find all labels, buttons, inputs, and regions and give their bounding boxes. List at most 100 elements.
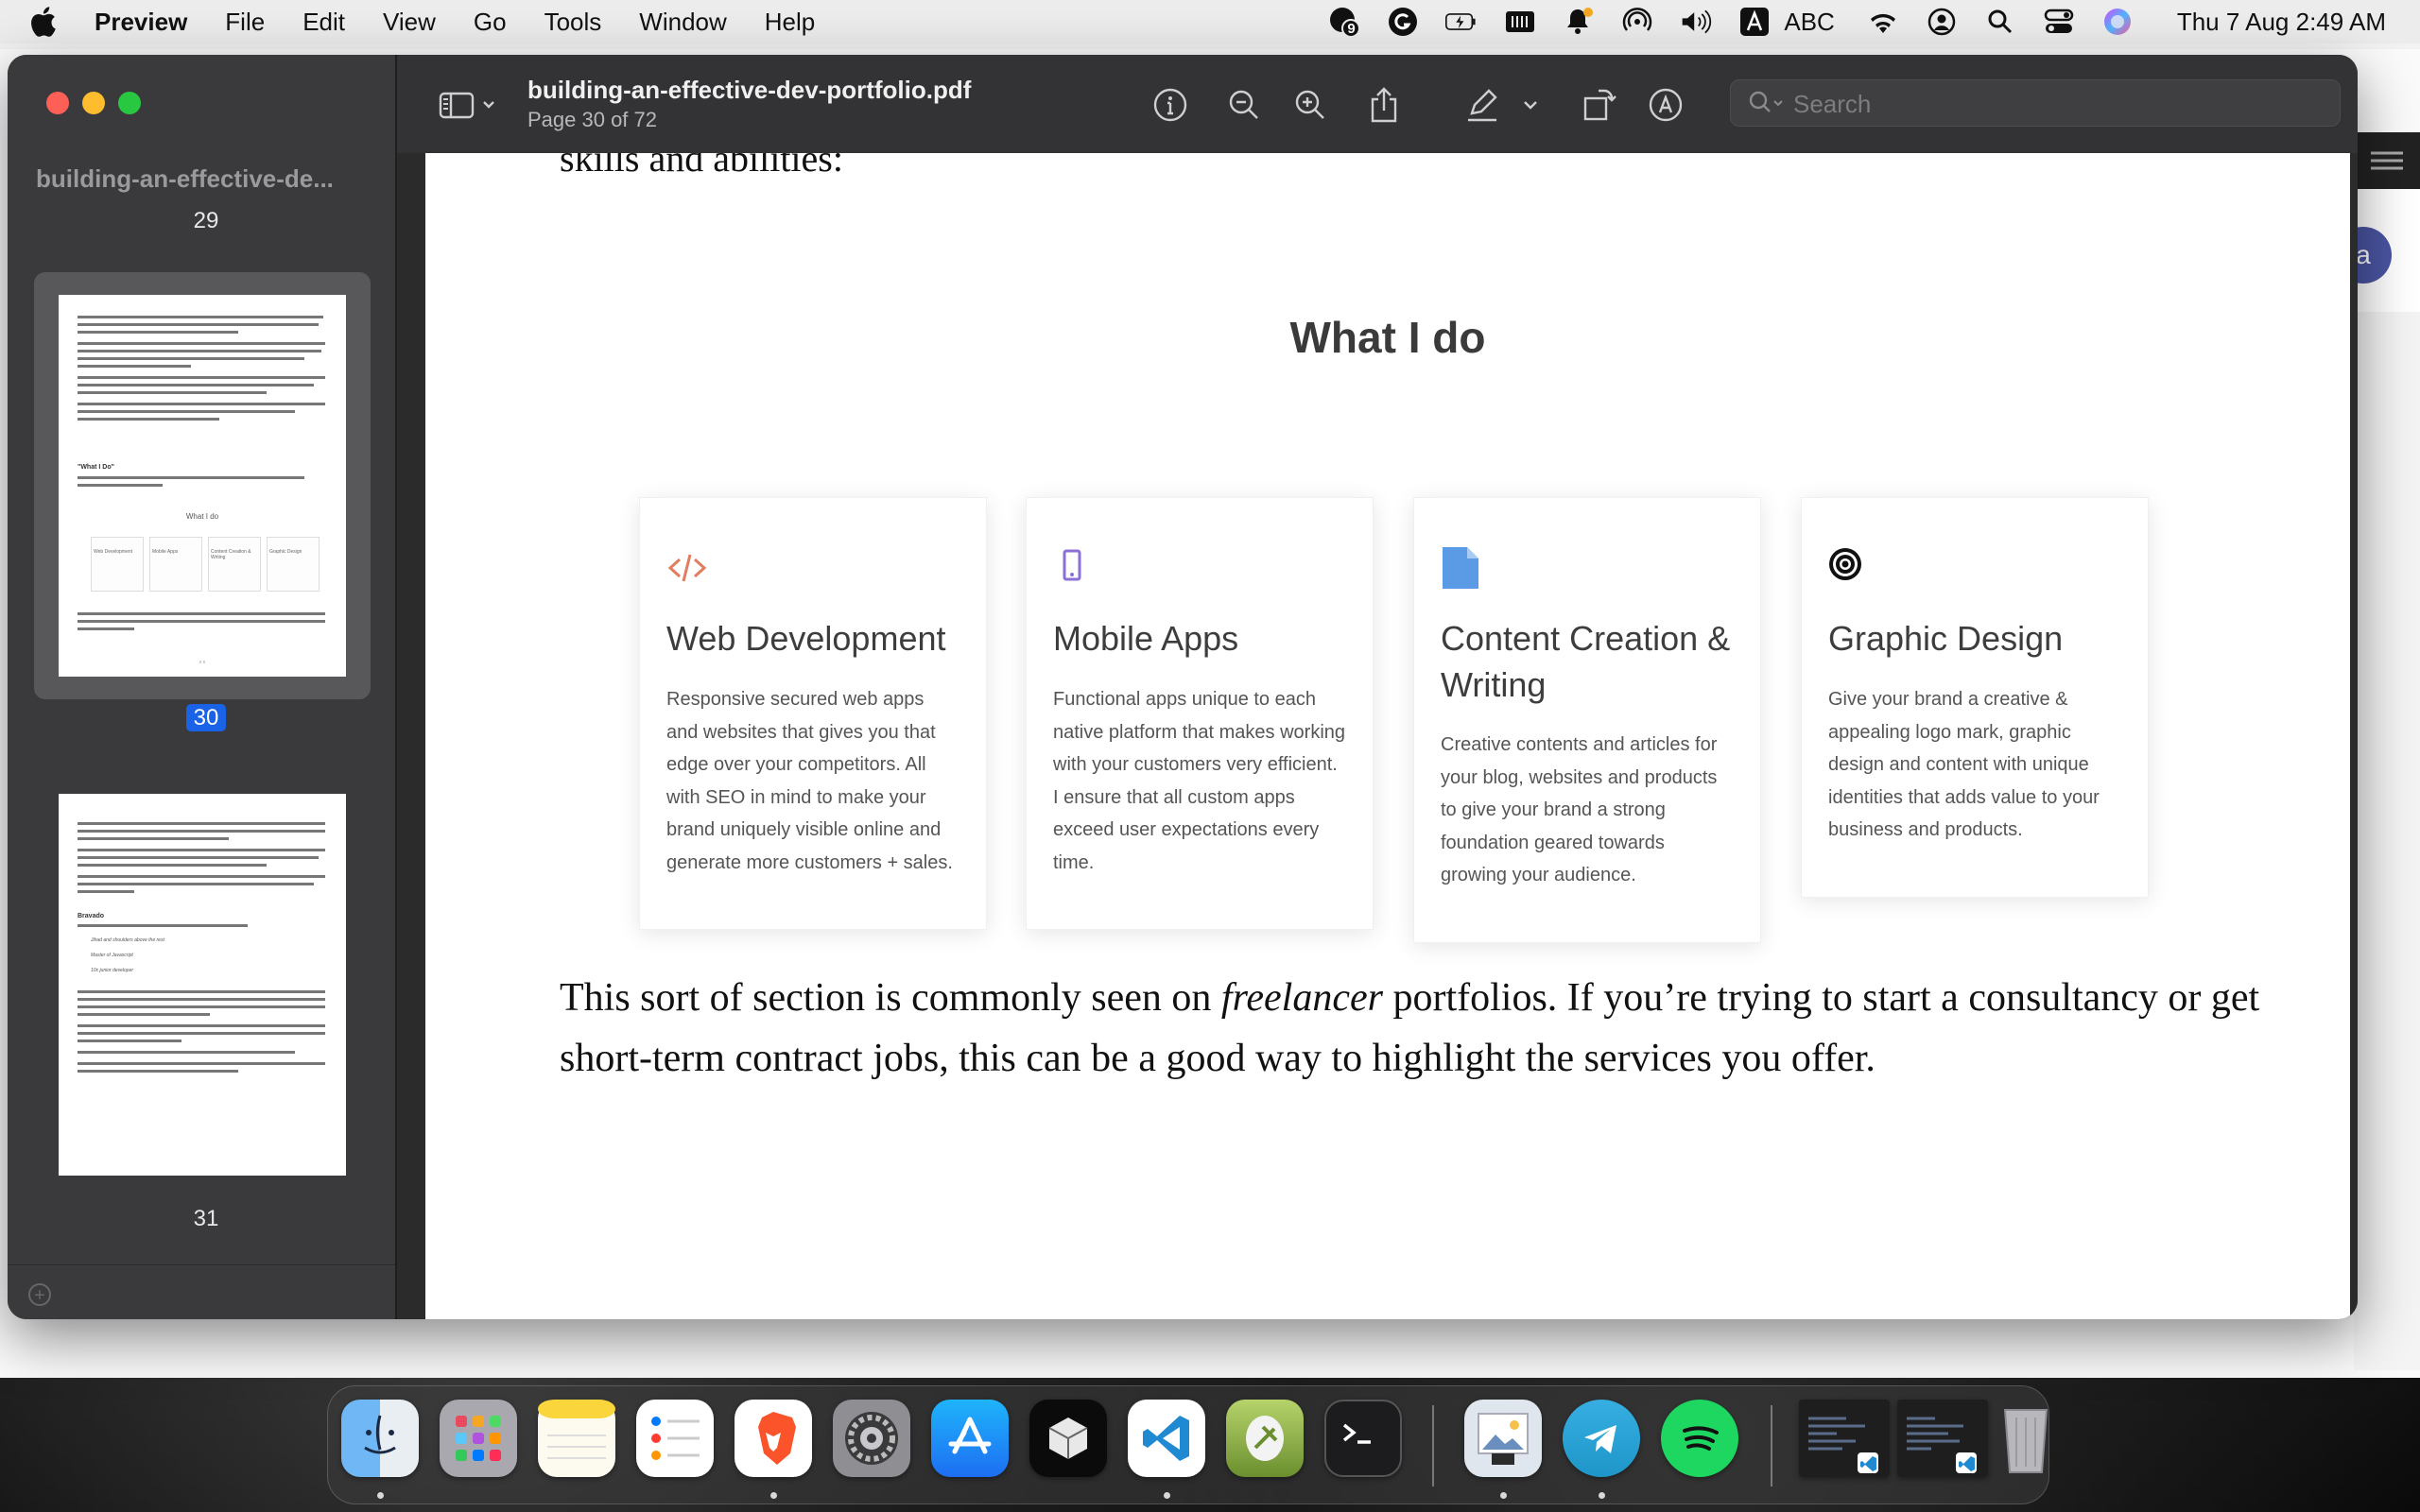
search-input[interactable] xyxy=(1791,88,2325,120)
running-indicator xyxy=(377,1492,384,1499)
siri-icon[interactable] xyxy=(2101,8,2134,36)
dock-trash-icon[interactable] xyxy=(1996,1400,2056,1477)
info-icon[interactable] xyxy=(1151,86,1189,124)
sidebar-toggle-icon[interactable] xyxy=(439,86,501,124)
menu-app-name[interactable]: Preview xyxy=(95,8,187,37)
thumb-text-line xyxy=(78,856,319,859)
thumbnail-label-31[interactable]: 31 xyxy=(168,1206,244,1232)
paragraph-text: This sort of section is commonly seen on… xyxy=(560,976,2260,1080)
thumb-text-line xyxy=(78,1040,182,1042)
wifi-icon[interactable] xyxy=(1867,8,1899,36)
card-description: Responsive secured web apps and websites… xyxy=(666,689,953,873)
menu-tools[interactable]: Tools xyxy=(544,8,602,37)
dock-terminal-icon[interactable] xyxy=(1324,1400,1402,1477)
thumb-text-line xyxy=(78,1062,325,1065)
menu-file[interactable]: File xyxy=(225,8,265,37)
menu-help[interactable]: Help xyxy=(765,8,815,37)
user-account-icon[interactable] xyxy=(1926,8,1958,36)
dock xyxy=(327,1385,2049,1504)
dock-spotify-icon[interactable] xyxy=(1661,1400,1738,1477)
spotlight-search-icon[interactable] xyxy=(1984,8,2016,36)
thumbnail-label-29[interactable]: 29 xyxy=(168,208,244,234)
thumb-text-line xyxy=(78,350,321,352)
notification-count-icon[interactable]: 9 xyxy=(1328,8,1361,38)
thumb-text-line xyxy=(78,830,325,833)
minimize-window-button[interactable] xyxy=(82,92,105,114)
dock-parallels-icon[interactable] xyxy=(1029,1400,1107,1477)
dock-finder-icon[interactable] xyxy=(341,1400,419,1477)
running-indicator xyxy=(1500,1492,1507,1499)
document-view[interactable]: skills and abilities: What I do Web Deve… xyxy=(397,153,2358,1319)
zoom-window-button[interactable] xyxy=(118,92,141,114)
menu-bar-clock[interactable]: Thu 7 Aug 2:49 AM xyxy=(2177,8,2386,37)
bell-alert-icon[interactable] xyxy=(1563,8,1595,36)
thumb-text-line xyxy=(78,990,325,993)
thumb-text-line xyxy=(78,342,325,345)
card-description: Give your brand a creative & appealing l… xyxy=(1828,689,2100,840)
zoom-out-icon[interactable] xyxy=(1225,86,1263,124)
dock-reminders-icon[interactable] xyxy=(636,1400,714,1477)
sidebar-divider xyxy=(8,1264,395,1265)
dock-brave-icon[interactable] xyxy=(735,1400,812,1477)
card-title: Mobile Apps xyxy=(1053,619,1239,658)
running-indicator xyxy=(770,1492,777,1499)
thumb-mini-card: Mobile Apps xyxy=(149,537,202,592)
rotate-icon[interactable] xyxy=(1581,86,1618,124)
menu-go[interactable]: Go xyxy=(474,8,507,37)
background-window-strip xyxy=(2354,312,2420,1370)
menu-view[interactable]: View xyxy=(383,8,436,37)
thumb-text-line xyxy=(78,323,319,326)
thumb-text-line xyxy=(78,998,325,1001)
dock-vscode-window-thumbnail[interactable] xyxy=(1799,1400,1890,1477)
card-description: Creative contents and articles for your … xyxy=(1441,734,1718,885)
service-card-graphic-design: Graphic Design Give your brand a creativ… xyxy=(1801,497,2149,898)
thumbnail-page-30[interactable]: "What I Do" What I do Web Development Mo… xyxy=(59,295,346,677)
grammarly-icon[interactable] xyxy=(1387,8,1419,36)
thumbnail-page-31[interactable]: Bravado Jihad and shoulders above the re… xyxy=(59,794,346,1176)
zoom-in-icon[interactable] xyxy=(1291,86,1329,124)
close-window-button[interactable] xyxy=(46,92,69,114)
service-card-web-development: Web Development Responsive secured web a… xyxy=(639,497,987,930)
card-title: Web Development xyxy=(666,619,946,658)
dock-notes-icon[interactable] xyxy=(538,1400,615,1477)
thumb-text-line xyxy=(78,822,325,825)
dock-launchpad-icon[interactable] xyxy=(440,1400,517,1477)
running-indicator xyxy=(1164,1492,1170,1499)
thumbnail-label-30[interactable]: 30 xyxy=(168,704,244,731)
target-icon xyxy=(1829,548,1861,580)
menu-edit[interactable]: Edit xyxy=(302,8,345,37)
thumb-bullet: Jihad and shoulders above the rest xyxy=(91,937,164,943)
thumb-mini-heading: What I do xyxy=(185,512,219,521)
dock-preview-icon[interactable] xyxy=(1464,1400,1542,1477)
thumb-text-line xyxy=(78,1070,238,1073)
dock-separator xyxy=(1432,1405,1434,1486)
input-source-icon[interactable] xyxy=(1738,8,1771,36)
input-source-label[interactable]: ABC xyxy=(1784,8,1834,37)
search-field[interactable] xyxy=(1730,79,2341,127)
dock-rocket-typist-icon[interactable] xyxy=(1226,1400,1304,1477)
share-icon[interactable] xyxy=(1365,86,1403,124)
highlight-pen-icon[interactable] xyxy=(1463,86,1501,124)
document-title: building-an-effective-dev-portfolio.pdf xyxy=(527,76,972,104)
dock-app-store-icon[interactable] xyxy=(931,1400,1009,1477)
volume-icon[interactable] xyxy=(1680,8,1712,36)
thumb-text-line xyxy=(78,403,325,405)
window-toolbar: building-an-effective-dev-portfolio.pdf … xyxy=(397,55,2358,155)
thumb-text-line xyxy=(78,410,295,413)
markup-icon[interactable] xyxy=(1647,86,1685,124)
dock-vscode-window-thumbnail[interactable] xyxy=(1897,1400,1988,1477)
dock-telegram-icon[interactable] xyxy=(1563,1400,1640,1477)
menu-window[interactable]: Window xyxy=(639,8,726,37)
dock-system-settings-icon[interactable] xyxy=(833,1400,910,1477)
highlight-options-chevron-icon[interactable] xyxy=(1516,86,1545,124)
memory-icon[interactable] xyxy=(1504,8,1536,36)
thumb-text-line xyxy=(78,612,325,615)
battery-charging-icon[interactable] xyxy=(1445,8,1478,36)
thumb-text-line xyxy=(78,1013,210,1016)
add-page-icon[interactable]: + xyxy=(28,1283,51,1306)
airdrop-icon[interactable] xyxy=(1621,8,1653,36)
control-center-icon[interactable] xyxy=(2043,8,2075,36)
dock-vscode-icon[interactable] xyxy=(1128,1400,1205,1477)
apple-logo-icon[interactable] xyxy=(28,6,57,38)
thumb-text-line xyxy=(78,627,134,630)
